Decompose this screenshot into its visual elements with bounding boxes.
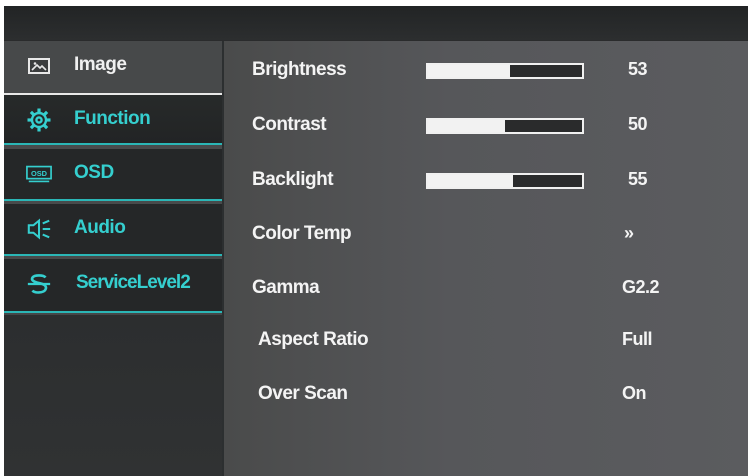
brightness-slider[interactable]	[426, 63, 584, 79]
speaker-icon	[26, 216, 52, 242]
osd-menu: Image Function OSD OSD Audio ServiceLeve…	[4, 40, 748, 476]
service-icon	[26, 271, 52, 297]
menu-item-osd-label: OSD	[74, 162, 114, 183]
backlight-slider[interactable]	[426, 173, 584, 189]
brightness-slider-fill	[428, 65, 510, 77]
osd-icon: OSD	[26, 161, 52, 187]
sidebar-empty-area	[4, 315, 222, 476]
contrast-label: Contrast	[252, 114, 327, 135]
color-temp-submenu-arrow: »	[624, 223, 634, 243]
setting-over-scan[interactable]: Over Scan On	[252, 379, 732, 409]
menu-item-servicelevel2[interactable]: ServiceLevel2	[4, 259, 222, 313]
menu-item-function[interactable]: Function	[4, 93, 222, 145]
monitor-screen: Image Function OSD OSD Audio ServiceLeve…	[4, 6, 748, 476]
setting-color-temp[interactable]: Color Temp »	[252, 219, 732, 249]
image-icon	[26, 53, 52, 79]
menu-item-servicelevel2-label: ServiceLevel2	[76, 272, 191, 293]
setting-aspect-ratio[interactable]: Aspect Ratio Full	[252, 325, 732, 355]
menu-item-audio[interactable]: Audio	[4, 204, 222, 256]
over-scan-label: Over Scan	[258, 383, 348, 404]
menu-item-osd[interactable]: OSD OSD	[4, 149, 222, 201]
color-temp-label: Color Temp	[252, 223, 352, 244]
svg-text:OSD: OSD	[31, 169, 48, 178]
setting-brightness[interactable]: Brightness 53	[252, 55, 732, 85]
brightness-value: 53	[628, 59, 648, 79]
contrast-slider[interactable]	[426, 118, 584, 134]
gear-icon	[26, 107, 52, 133]
contrast-slider-fill	[428, 120, 505, 132]
backlight-value: 55	[628, 169, 648, 189]
contrast-value: 50	[628, 114, 648, 134]
gamma-value: G2.2	[622, 277, 660, 297]
setting-backlight[interactable]: Backlight 55	[252, 165, 732, 195]
menu-item-audio-label: Audio	[74, 217, 126, 238]
gamma-label: Gamma	[252, 277, 320, 298]
aspect-ratio-label: Aspect Ratio	[258, 329, 369, 350]
menu-item-image[interactable]: Image	[4, 41, 222, 93]
backlight-label: Backlight	[252, 169, 334, 190]
menu-item-image-label: Image	[74, 54, 127, 75]
monitor-bezel: Image Function OSD OSD Audio ServiceLeve…	[0, 0, 748, 476]
setting-contrast[interactable]: Contrast 50	[252, 110, 732, 140]
backlight-slider-fill	[428, 175, 513, 187]
aspect-ratio-value: Full	[622, 329, 653, 349]
brightness-label: Brightness	[252, 59, 347, 80]
setting-gamma[interactable]: Gamma G2.2	[252, 273, 732, 303]
osd-sidebar: Image Function OSD OSD Audio ServiceLeve…	[4, 41, 224, 476]
menu-item-function-label: Function	[74, 108, 151, 129]
over-scan-value: On	[622, 383, 647, 403]
